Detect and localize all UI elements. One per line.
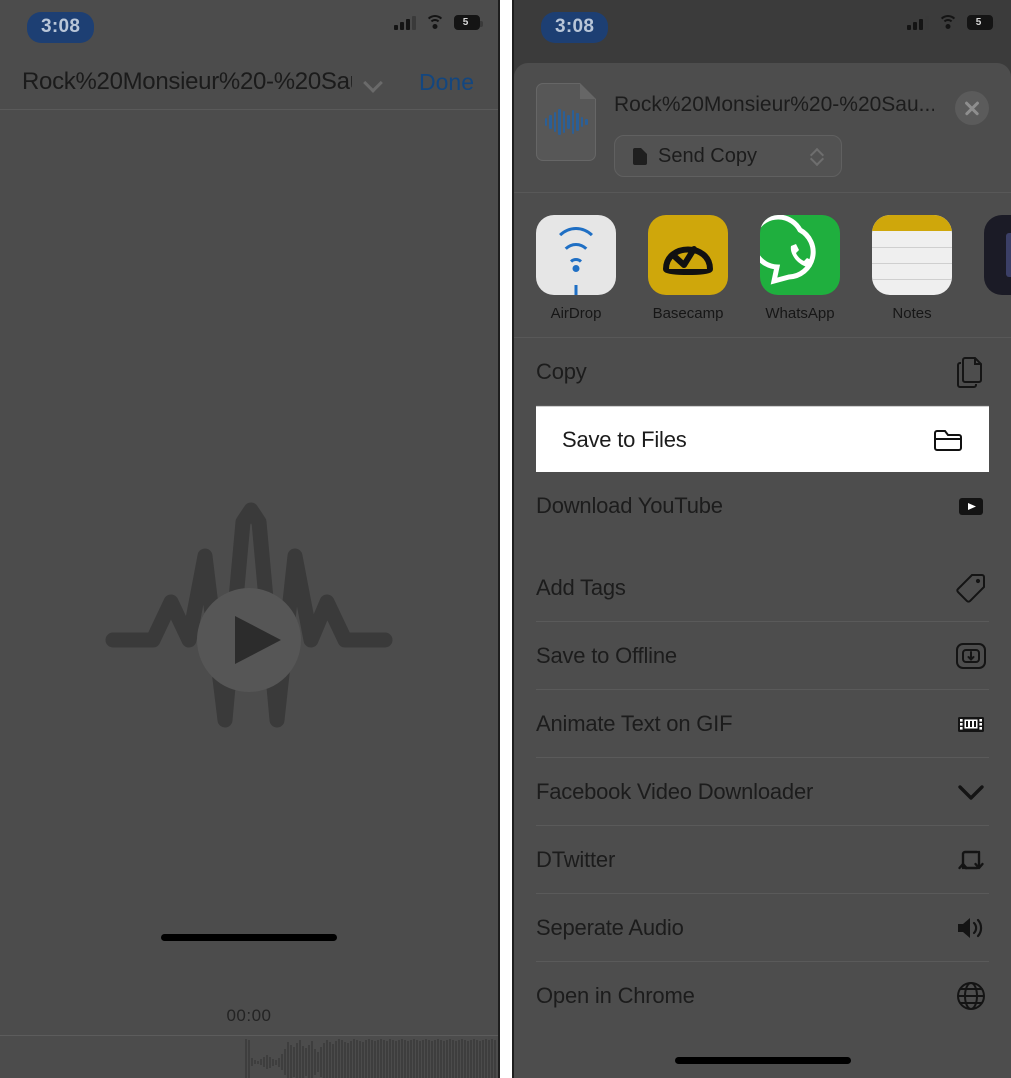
action-row-save-to-files[interactable]: Save to Files: [536, 406, 989, 472]
battery-level: 5: [975, 17, 982, 28]
save-offline-icon: [953, 638, 989, 674]
share-app-partial[interactable]: J: [984, 215, 1011, 322]
action-row-save-to-offline[interactable]: Save to Offline: [536, 622, 989, 690]
retweet-icon: [953, 842, 989, 878]
airdrop-icon: [536, 215, 616, 295]
status-icon-group: 5: [394, 15, 483, 30]
tag-icon: [953, 570, 989, 606]
cellular-signal-icon: [394, 15, 416, 30]
audio-waveform-play-icon: [101, 498, 397, 764]
nav-bar-left: Rock%20Monsieur%20-%20Sau... Done: [0, 55, 498, 110]
action-label: Copy: [536, 358, 587, 384]
share-actions-group-1: Copy Save to Files Download YouTube: [514, 338, 1011, 540]
notes-icon: [872, 215, 952, 295]
home-indicator-right: [674, 1057, 851, 1064]
screenshot-stage: 3:08 5 Rock%20Monsieur%20-%20Sau... Done…: [0, 0, 1011, 1078]
scrubber-waveform: [245, 1036, 496, 1078]
panel-gutter: [500, 0, 512, 1078]
action-label: Seperate Audio: [536, 914, 684, 940]
battery-icon: 5: [454, 15, 483, 30]
action-row-open-in-chrome[interactable]: Open in Chrome: [536, 962, 989, 1030]
speaker-wave-icon: [953, 910, 989, 946]
send-copy-selector[interactable]: Send Copy: [614, 135, 842, 177]
battery-level: 5: [462, 17, 469, 28]
action-row-add-tags[interactable]: Add Tags: [536, 554, 989, 622]
app-icon-partial: [984, 215, 1011, 295]
chevron-down-icon: [953, 774, 989, 810]
action-label: Facebook Video Downloader: [536, 778, 814, 804]
share-actions-group-2: Add Tags Save to Offline Animate Text on…: [514, 554, 1011, 1030]
app-label: J: [984, 305, 1011, 322]
wifi-icon: [938, 15, 958, 30]
app-label: Basecamp: [652, 305, 724, 322]
globe-icon: [953, 978, 989, 1014]
share-app-notes[interactable]: Notes: [872, 215, 952, 322]
share-sheet-header: Rock%20Monsieur%20-%20Sau... Send Copy: [514, 63, 1011, 193]
action-label: Download YouTube: [536, 493, 723, 518]
current-time-label: 00:00: [226, 1006, 272, 1025]
home-indicator-left: [161, 934, 337, 941]
document-icon: [633, 147, 647, 165]
action-label: Save to Files: [562, 426, 687, 452]
action-row-seperate-audio[interactable]: Seperate Audio: [536, 894, 989, 962]
send-copy-label: Send Copy: [658, 144, 757, 167]
share-app-airdrop[interactable]: AirDrop: [536, 215, 616, 322]
share-apps-row[interactable]: AirDrop Basecamp WhatsApp Notes: [514, 193, 1011, 338]
film-strip-icon: [953, 706, 989, 742]
action-label: Open in Chrome: [536, 983, 695, 1008]
waveform-glyph: [544, 109, 588, 135]
actions-group-divider: [514, 540, 1011, 554]
audio-scrubber[interactable]: [0, 1035, 498, 1078]
chevron-down-icon[interactable]: [364, 73, 382, 91]
action-row-copy[interactable]: Copy: [536, 338, 989, 406]
wifi-icon: [425, 15, 445, 30]
action-label: DTwitter: [536, 846, 616, 872]
status-bar-left: 3:08 5: [0, 0, 498, 55]
app-label: AirDrop: [550, 305, 602, 322]
folder-icon: [931, 422, 967, 458]
share-app-basecamp[interactable]: Basecamp: [648, 215, 728, 322]
action-label: Add Tags: [536, 574, 626, 600]
up-down-chevron-icon: [811, 146, 823, 168]
action-row-facebook-video-downloader[interactable]: Facebook Video Downloader: [536, 758, 989, 826]
action-label: Save to Offline: [536, 642, 677, 668]
right-phone-screen: 3:08 5 Rock%20Monsieur%20-%20Sau... Send…: [512, 0, 1011, 1078]
status-time: 3:08: [27, 12, 95, 43]
page-title: Rock%20Monsieur%20-%20Sau...: [22, 68, 352, 95]
status-bar-right: 3:08 5: [514, 0, 1011, 55]
audio-player-body: 00:00: [0, 110, 498, 1078]
share-sheet: Rock%20Monsieur%20-%20Sau... Send Copy A…: [514, 63, 1011, 1078]
whatsapp-icon: [760, 215, 840, 295]
copy-icon: [953, 354, 989, 390]
battery-icon: 5: [967, 15, 996, 30]
action-row-download-youtube[interactable]: Download YouTube: [536, 472, 989, 540]
close-icon[interactable]: [955, 91, 989, 125]
audio-document-icon: [536, 83, 596, 161]
action-label: Animate Text on GIF: [536, 710, 733, 736]
app-label: Notes: [892, 305, 932, 322]
status-time: 3:08: [541, 12, 609, 43]
cellular-signal-icon: [907, 15, 929, 30]
action-row-dtwitter[interactable]: DTwitter: [536, 826, 989, 894]
status-icon-group: 5: [907, 15, 996, 30]
app-label: WhatsApp: [765, 305, 835, 322]
shared-file-name: Rock%20Monsieur%20-%20Sau...: [614, 93, 934, 116]
left-phone-screen: 3:08 5 Rock%20Monsieur%20-%20Sau... Done…: [0, 0, 500, 1078]
basecamp-icon: [648, 215, 728, 295]
action-row-animate-text-on-gif[interactable]: Animate Text on GIF: [536, 690, 989, 758]
youtube-play-icon: [953, 488, 989, 524]
done-button[interactable]: Done: [419, 69, 474, 96]
share-app-whatsapp[interactable]: WhatsApp: [760, 215, 840, 322]
